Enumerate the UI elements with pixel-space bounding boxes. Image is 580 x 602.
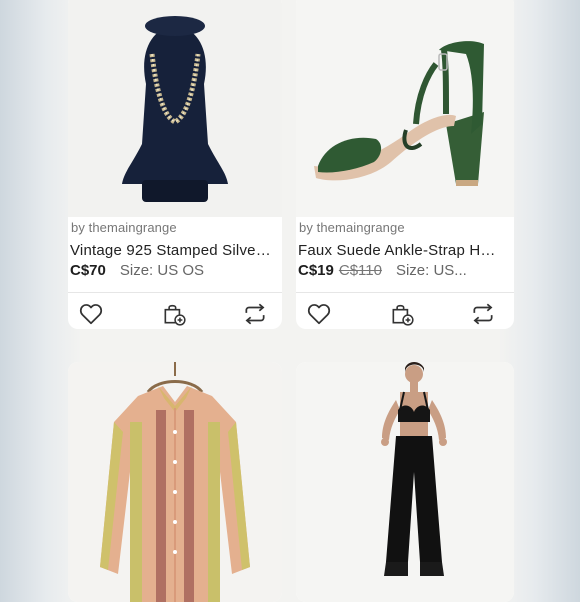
listing-price: C$19	[298, 262, 334, 279]
heart-icon[interactable]	[306, 301, 332, 327]
listing-card[interactable]: by themaingrange Vintage 925 Stamped Sil…	[68, 0, 282, 329]
bag-plus-icon[interactable]	[389, 301, 415, 327]
price-line: C$19 C$110 Size: US...	[298, 262, 506, 279]
listing-card[interactable]: by themaingrange Faux Suede Ankle-Strap …	[296, 0, 514, 329]
listing-title[interactable]: Vintage 925 Stamped Silver Rope Chain Ne…	[70, 242, 275, 259]
share-repeat-icon[interactable]	[242, 301, 268, 327]
bag-plus-icon[interactable]	[161, 301, 187, 327]
listing-photo[interactable]	[68, 362, 282, 602]
listing-title[interactable]: Faux Suede Ankle-Strap Heels	[298, 242, 503, 259]
seller-name[interactable]: by themaingrange	[299, 220, 405, 235]
share-repeat-icon[interactable]	[470, 301, 496, 327]
listing-size: Size: US...	[395, 262, 467, 279]
listing-actions	[296, 301, 514, 327]
listing-card[interactable]	[296, 362, 514, 602]
divider	[68, 292, 282, 293]
listing-size: Size: US OS	[119, 262, 205, 279]
seller-name[interactable]: by themaingrange	[71, 220, 177, 235]
listing-card[interactable]	[68, 362, 282, 602]
divider	[296, 292, 514, 293]
listing-photo[interactable]	[296, 0, 514, 217]
listing-photo[interactable]	[68, 0, 282, 217]
listing-actions	[68, 301, 282, 327]
heart-icon[interactable]	[78, 301, 104, 327]
listing-price: C$70	[70, 262, 106, 279]
listing-photo[interactable]	[296, 362, 514, 602]
original-price: C$110	[338, 262, 382, 279]
price-line: C$70 Size: US OS	[70, 262, 278, 279]
